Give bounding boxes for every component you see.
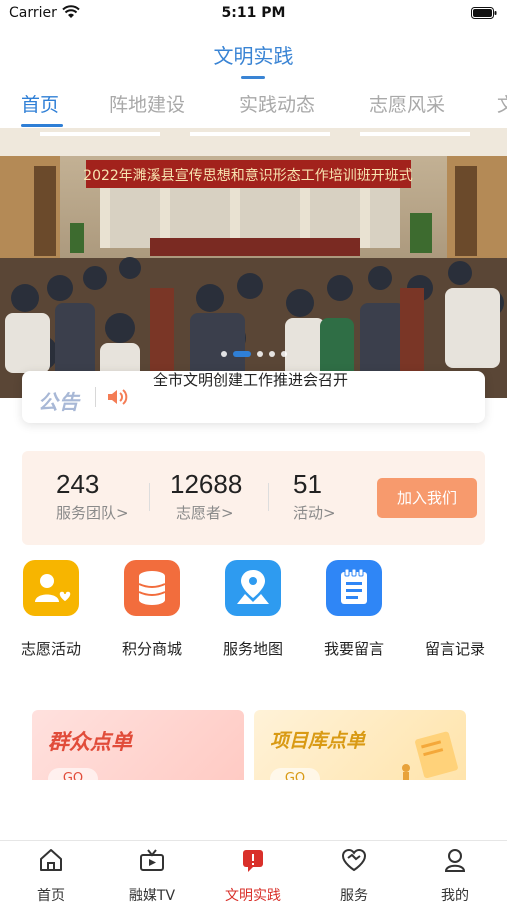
speaker-icon	[108, 389, 128, 405]
carousel-dot[interactable]	[220, 350, 227, 357]
stat-divider	[268, 483, 269, 511]
carousel-dot[interactable]	[268, 350, 275, 357]
stat-activities-value: 51	[293, 469, 322, 499]
tabbar-profile[interactable]: 我的	[415, 847, 495, 905]
category-tabs: 首页 阵地建设 实践动态 志愿风采 文	[0, 90, 507, 130]
project-order-title: 项目库点单	[270, 730, 366, 752]
page-title: 文明实践	[213, 44, 294, 68]
tab-practice-news[interactable]: 实践动态	[239, 90, 315, 117]
notepad-icon	[326, 560, 382, 616]
battery-icon	[471, 7, 497, 19]
carousel-dot-active[interactable]	[232, 350, 251, 357]
tv-icon	[140, 849, 164, 871]
map-icon	[225, 560, 281, 616]
public-order-title: 群众点单	[48, 730, 132, 754]
tab-overflow[interactable]: 文	[497, 90, 507, 117]
document-illustration-icon	[402, 731, 458, 780]
stat-volunteers-value: 12688	[170, 469, 243, 499]
tabbar-label: 首页	[37, 888, 65, 904]
tabbar-home[interactable]: 首页	[11, 847, 91, 905]
stat-activities-label: 活动>	[293, 504, 336, 522]
quick-link-label: 志愿活动	[20, 640, 81, 658]
quick-link-volunteer-activities[interactable]: 志愿活动	[6, 560, 96, 659]
stat-teams[interactable]: 243 服务团队>	[56, 469, 129, 523]
tabbar-service[interactable]: 服务	[314, 847, 394, 905]
banner-slogan: 2022年濉溪县宣传思想和意识形态工作培训班开班式	[83, 167, 413, 184]
carousel-dot[interactable]	[280, 350, 287, 357]
stat-teams-label: 服务团队>	[56, 504, 129, 522]
home-icon	[40, 849, 62, 871]
tab-volunteer-style[interactable]: 志愿风采	[369, 90, 445, 117]
message-records-icon	[427, 560, 483, 616]
carousel-dot[interactable]	[256, 350, 263, 357]
quick-link-label: 积分商城	[121, 640, 182, 658]
quick-link-label: 服务地图	[222, 640, 283, 658]
bottom-tab-bar: 首页 融媒TV 文明实践 服务 我的	[0, 840, 507, 904]
public-order-go-button[interactable]: GO	[48, 768, 98, 780]
stats-panel: 243 服务团队> 12688 志愿者> 51 活动> 加入我们	[22, 451, 485, 545]
tabbar-civilization-practice[interactable]: 文明实践	[213, 847, 293, 905]
public-order-card[interactable]: 群众点单 GO	[32, 710, 244, 780]
carousel-dots	[0, 343, 507, 357]
quick-link-leave-message[interactable]: 我要留言	[309, 560, 399, 659]
quick-link-points-mall[interactable]: 积分商城	[107, 560, 197, 659]
join-us-button[interactable]: 加入我们	[377, 478, 477, 518]
title-underline	[241, 76, 265, 79]
stat-teams-value: 243	[56, 469, 100, 499]
tabbar-media-tv[interactable]: 融媒TV	[112, 847, 192, 905]
quick-link-label: 我要留言	[323, 640, 384, 658]
project-order-card[interactable]: 项目库点单 GO	[254, 710, 466, 780]
banner-photo: 2022年濉溪县宣传思想和意识形态工作培训班开班式	[0, 128, 507, 398]
quick-link-label: 留言记录	[424, 640, 485, 658]
active-tab-indicator	[21, 124, 63, 127]
stat-volunteers[interactable]: 12688 志愿者>	[170, 469, 242, 523]
clock: 5:11 PM	[221, 5, 286, 21]
volunteer-icon	[23, 560, 79, 616]
notice-label: 公告	[38, 390, 80, 414]
stat-activities[interactable]: 51 活动>	[293, 469, 336, 523]
project-order-go-button[interactable]: GO	[270, 768, 320, 780]
status-bar: Carrier 5:11 PM	[0, 0, 507, 28]
tabbar-label: 我的	[441, 888, 469, 904]
service-heart-icon	[341, 848, 367, 872]
notice-bar[interactable]: 公告 全市文明创建工作推进会召开	[22, 371, 485, 423]
tabbar-label: 文明实践	[225, 888, 281, 904]
banner-carousel[interactable]: 2022年濉溪县宣传思想和意识形态工作培训班开班式	[0, 128, 507, 398]
coins-icon	[124, 560, 180, 616]
notice-text[interactable]: 全市文明创建工作推进会召开	[153, 369, 348, 390]
notice-divider	[95, 387, 96, 407]
tab-home[interactable]: 首页	[21, 90, 59, 117]
quick-links: 志愿活动 积分商城 服务地图 我要留言 留言记录	[0, 560, 507, 670]
order-cards: 群众点单 GO 项目库点单 GO	[22, 700, 485, 780]
quick-link-service-map[interactable]: 服务地图	[208, 560, 298, 659]
profile-icon	[444, 849, 466, 872]
tab-base-building[interactable]: 阵地建设	[109, 90, 185, 117]
tabbar-label: 融媒TV	[128, 888, 176, 904]
quick-link-message-records[interactable]: 留言记录	[410, 560, 500, 659]
stat-divider	[149, 483, 150, 511]
tabbar-label: 服务	[340, 888, 368, 904]
stat-volunteers-label: 志愿者>	[176, 504, 234, 522]
practice-icon	[243, 850, 263, 872]
